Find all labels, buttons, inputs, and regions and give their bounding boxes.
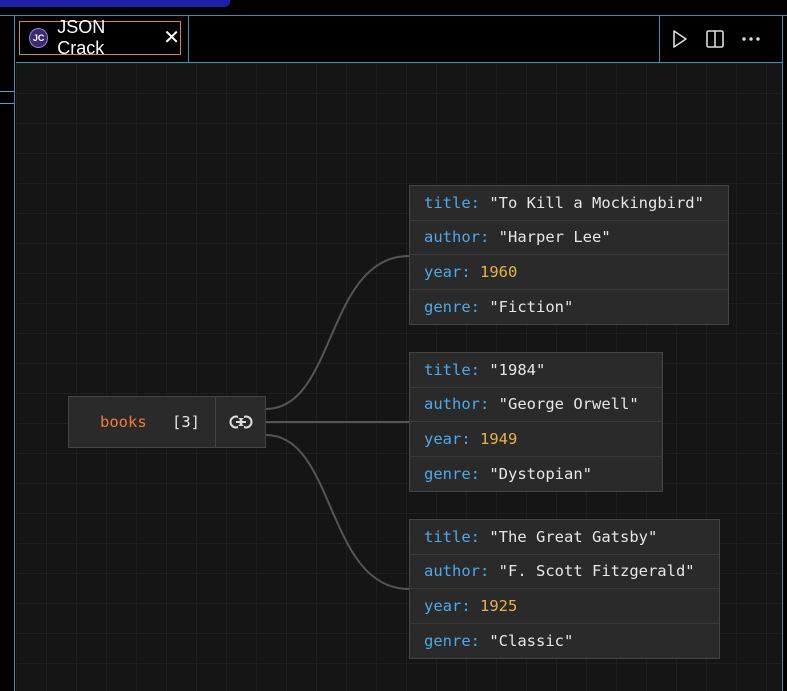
divider [659,16,660,62]
field-value: 1925 [480,596,518,615]
edge-book-3 [265,434,410,590]
book-node[interactable]: title: "1984" author: "George Orwell" ye… [409,352,663,492]
node-count: [3] [172,413,200,431]
tab-json-crack[interactable]: JC JSON Crack ✕ [19,17,181,58]
field-value: "To Kill a Mockingbird" [489,193,704,212]
field-row: year: 1960 [410,255,728,290]
field-key: year: [424,429,471,448]
field-value: "Harper Lee" [498,228,611,247]
field-value: "The Great Gatsby" [489,527,658,546]
field-value: "F. Scott Fitzgerald" [498,562,695,581]
edge-book-1 [265,255,410,410]
divider [0,103,15,104]
field-value: 1960 [480,262,518,281]
field-row: author: "F. Scott Fitzgerald" [410,555,719,589]
field-value: 1949 [480,429,518,448]
title-bar-accent [0,0,230,7]
tab-bar: JC JSON Crack ✕ [16,16,783,63]
sash[interactable] [14,16,15,691]
field-row: title: "The Great Gatsby" [410,520,719,555]
field-row: title: "To Kill a Mockingbird" [410,186,728,221]
field-row: genre: "Fiction" [410,290,728,325]
json-crack-logo-icon: JC [29,28,49,48]
field-key: genre: [424,297,480,316]
field-key: author: [424,228,490,247]
field-row: year: 1949 [410,422,662,457]
field-value: "Classic" [489,631,574,650]
link-icon[interactable] [216,397,265,447]
close-icon[interactable]: ✕ [163,28,180,48]
field-key: year: [424,262,471,281]
more-icon[interactable] [740,28,762,50]
field-key: author: [424,562,490,581]
field-value: "Fiction" [489,297,574,316]
field-value: "1984" [489,360,546,379]
field-row: title: "1984" [410,353,662,388]
field-row: genre: "Dystopian" [410,457,662,492]
books-array-node[interactable]: books [3] [68,396,266,448]
field-key: title: [424,193,480,212]
left-panel-edge[interactable] [0,16,15,691]
divider [782,16,783,691]
field-key: title: [424,360,480,379]
field-value: "George Orwell" [498,395,639,414]
graph-canvas[interactable]: books [3] title: "To Kill a Mockingbird"… [16,63,782,691]
field-key: author: [424,395,490,414]
split-editor-icon[interactable] [704,28,726,50]
field-row: author: "George Orwell" [410,388,662,422]
window-top-strip [0,0,787,16]
divider [0,91,15,92]
book-node[interactable]: title: "To Kill a Mockingbird" author: "… [409,185,729,325]
book-node[interactable]: title: "The Great Gatsby" author: "F. Sc… [409,519,720,659]
tab-title: JSON Crack [57,17,106,58]
logo-text: JC [32,33,45,43]
node-key: books [100,413,147,431]
field-key: genre: [424,464,480,483]
field-value: "Dystopian" [489,464,592,483]
field-key: title: [424,527,480,546]
play-icon[interactable] [668,28,690,50]
field-row: author: "Harper Lee" [410,221,728,255]
field-row: genre: "Classic" [410,624,719,659]
field-key: year: [424,596,471,615]
field-row: year: 1925 [410,589,719,624]
field-key: genre: [424,631,480,650]
divider [188,16,189,62]
